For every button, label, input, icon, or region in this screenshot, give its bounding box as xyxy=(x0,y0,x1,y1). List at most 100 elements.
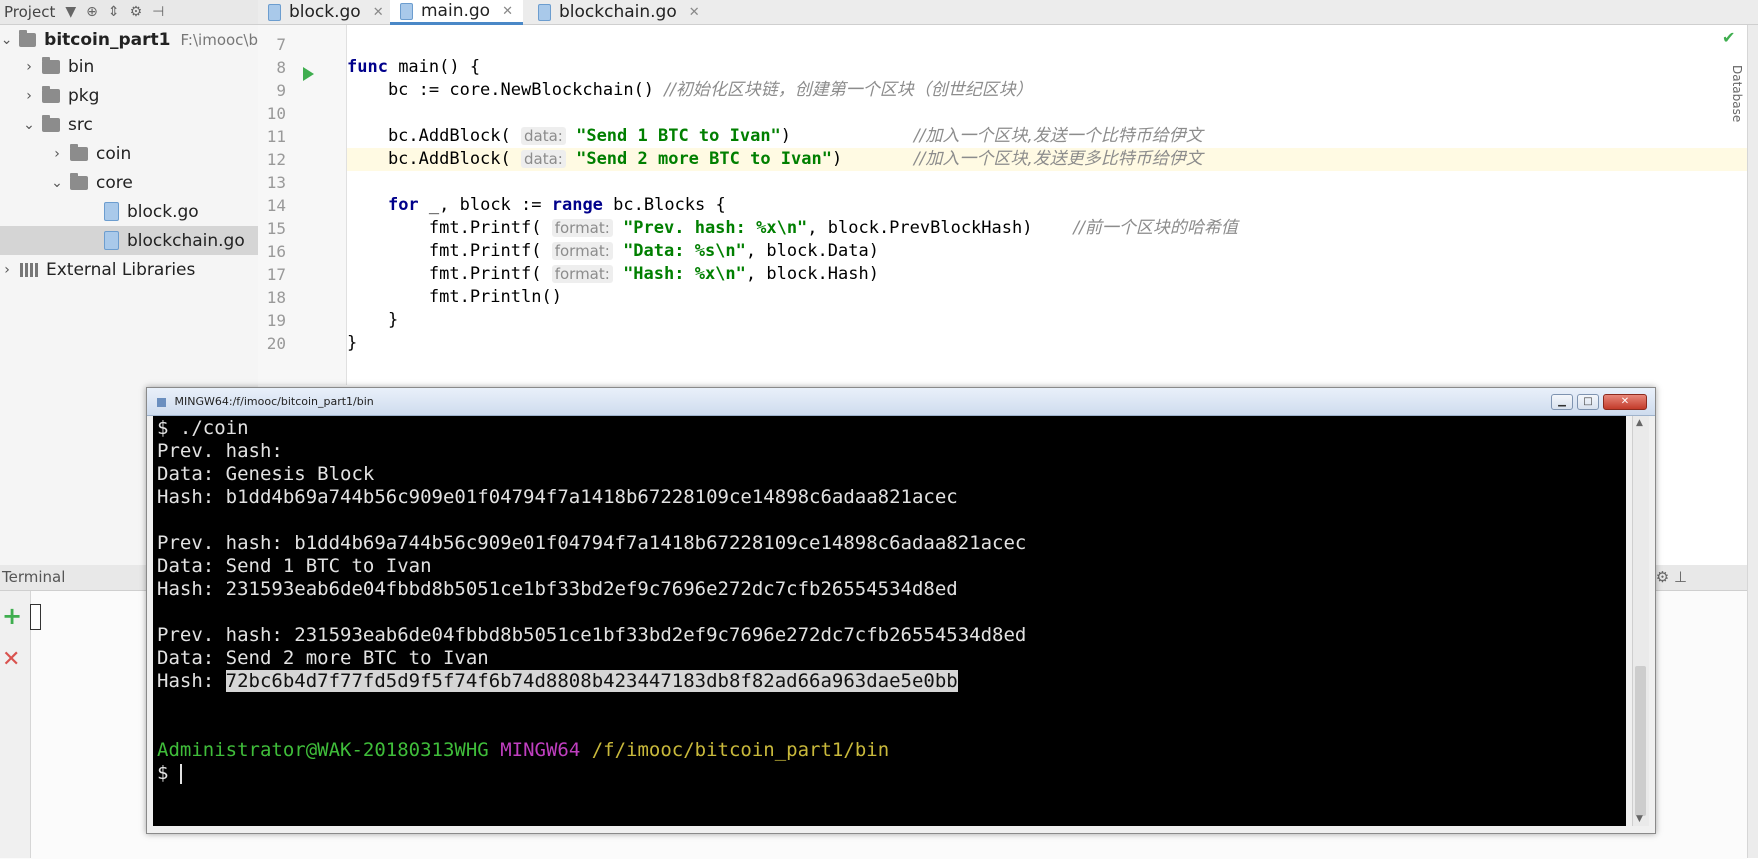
code-string: "Hash: %x\n" xyxy=(623,264,746,284)
scroll-down-icon[interactable]: ▼ xyxy=(1636,814,1643,824)
go-file-icon xyxy=(104,202,119,221)
library-icon xyxy=(20,262,38,277)
code-line[interactable] xyxy=(347,102,1747,125)
terminal-app-icon xyxy=(157,397,166,407)
chevron-down-icon[interactable]: ⌄ xyxy=(0,32,13,48)
code-text: } xyxy=(347,333,358,353)
terminal-line: Data: Send 1 BTC to Ivan xyxy=(157,555,432,577)
right-tool-strip: Database xyxy=(1730,25,1758,858)
tree-item-src[interactable]: ⌄ src xyxy=(0,110,280,139)
mingw-title-bar[interactable]: MINGW64:/f/imooc/bitcoin_part1/bin ▁ □ ✕ xyxy=(147,388,1655,416)
maximize-button[interactable]: □ xyxy=(1577,394,1599,410)
terminal-screen[interactable]: $ ./coin Prev. hash: Data: Genesis Block… xyxy=(153,416,1626,826)
gear-icon[interactable]: ⚙ xyxy=(130,4,143,20)
chevron-right-icon[interactable]: › xyxy=(0,262,14,278)
code-comment: //加入一个区块,发送更多比特币给伊文 xyxy=(913,149,1203,169)
code-line[interactable]: fmt.Printf( format: "Prev. hash: %x\n", … xyxy=(347,217,1747,240)
folder-icon xyxy=(42,56,60,74)
tree-item-bin[interactable]: › bin xyxy=(0,52,280,81)
code-line[interactable]: } xyxy=(347,332,1747,355)
chevron-right-icon[interactable]: › xyxy=(50,146,64,162)
line-number: 10 xyxy=(266,104,286,123)
parameter-hint: format: xyxy=(551,242,613,260)
terminal-line: $ ./coin xyxy=(157,417,249,439)
minimize-button[interactable]: ▁ xyxy=(1551,394,1573,410)
code-text: bc.AddBlock( xyxy=(347,126,521,146)
close-button[interactable]: ✕ xyxy=(1603,394,1647,410)
code-line[interactable]: fmt.Printf( format: "Hash: %x\n", block.… xyxy=(347,263,1747,286)
code-text: , block.PrevBlockHash) xyxy=(807,218,1074,238)
code-line[interactable] xyxy=(347,33,1747,56)
tab-main-go[interactable]: main.go ✕ xyxy=(390,0,523,25)
go-file-icon xyxy=(268,3,281,21)
code-line[interactable]: } xyxy=(347,309,1747,332)
code-line[interactable] xyxy=(347,171,1747,194)
tree-item-label: bin xyxy=(68,56,95,77)
prompt-user: Administrator@WAK-20180313WHG xyxy=(157,739,489,761)
code-text: fmt.Printf( xyxy=(347,241,552,261)
code-line[interactable]: fmt.Println() xyxy=(347,286,1747,309)
close-icon[interactable]: ✕ xyxy=(502,4,513,19)
hash-label: Hash: xyxy=(157,670,226,692)
database-tool-label[interactable]: Database xyxy=(1730,65,1744,122)
terminal-input-line[interactable]: $ xyxy=(157,761,182,786)
tree-item-label: core xyxy=(96,172,133,193)
code-editor[interactable]: func main() { bc := core.NewBlockchain()… xyxy=(347,25,1747,385)
code-string: "Prev. hash: %x\n" xyxy=(623,218,808,238)
code-line[interactable]: bc := core.NewBlockchain() //初始化区块链，创建第一… xyxy=(347,79,1747,102)
chevron-down-icon[interactable]: ⌄ xyxy=(50,175,64,191)
editor-tab-bar: block.go ✕ main.go ✕ blockchain.go ✕ xyxy=(258,0,1758,25)
project-view-title[interactable]: Project xyxy=(0,3,55,21)
terminal-input-caret[interactable] xyxy=(30,604,41,630)
code-string: "Send 2 more BTC to Ivan" xyxy=(576,149,832,169)
sync-icon[interactable]: ⊕ xyxy=(86,4,98,20)
parameter-hint: data: xyxy=(521,150,566,168)
code-line[interactable]: func main() { xyxy=(347,56,1747,79)
run-icon[interactable] xyxy=(303,67,314,81)
line-number: 17 xyxy=(266,265,286,284)
tree-root[interactable]: ⌄ bitcoin_part1 F:\imooc\b xyxy=(0,25,258,54)
tab-label: block.go xyxy=(289,2,361,22)
tree-item-pkg[interactable]: › pkg xyxy=(0,81,280,110)
code-line[interactable]: for _, block := range bc.Blocks { xyxy=(347,194,1747,217)
terminal-line: Prev. hash: xyxy=(157,440,283,462)
scroll-up-icon[interactable]: ▲ xyxy=(1636,418,1643,428)
folder-icon xyxy=(70,172,88,190)
collapse-icon[interactable]: ⇕ xyxy=(108,4,120,20)
code-line[interactable]: bc.AddBlock( data: "Send 1 BTC to Ivan")… xyxy=(347,125,1747,148)
tree-item-external-libraries[interactable]: › External Libraries xyxy=(0,255,258,284)
selected-hash[interactable]: 72bc6b4d7f77fd5d9f5f74f6b74d8808b4234471… xyxy=(225,670,958,692)
terminal-settings-icon[interactable]: ⚙ ⊥ xyxy=(1656,565,1687,590)
tab-blockchain-go[interactable]: blockchain.go ✕ xyxy=(528,0,710,24)
code-line[interactable]: bc.AddBlock( data: "Send 2 more BTC to I… xyxy=(347,148,1747,171)
terminal-line: Hash: 231593eab6de04fbbd8b5051ce1bf33bd2… xyxy=(157,578,958,600)
parameter-hint: format: xyxy=(551,265,613,283)
tree-item-label: pkg xyxy=(68,85,100,106)
code-text: bc.Blocks { xyxy=(602,195,726,215)
chevron-down-icon[interactable]: ⌄ xyxy=(22,117,36,133)
code-text: ) xyxy=(831,149,914,169)
tab-block-go[interactable]: block.go ✕ xyxy=(258,0,394,24)
chevron-right-icon[interactable]: › xyxy=(22,88,36,104)
chevron-right-icon[interactable]: › xyxy=(22,59,36,75)
hide-icon[interactable]: ⊣ xyxy=(152,4,164,20)
go-file-icon xyxy=(400,2,413,20)
plus-icon[interactable]: + xyxy=(2,604,22,628)
terminal-title[interactable]: Terminal xyxy=(0,568,65,586)
line-number: 14 xyxy=(266,196,286,215)
terminal-scrollbar[interactable]: ▲ ▼ xyxy=(1632,416,1649,826)
close-icon[interactable]: ✕ xyxy=(2,648,20,672)
terminal-line: Data: Genesis Block xyxy=(157,463,375,485)
code-line[interactable]: fmt.Printf( format: "Data: %s\n", block.… xyxy=(347,240,1747,263)
check-icon: ✔ xyxy=(1722,28,1736,47)
close-icon[interactable]: ✕ xyxy=(373,5,384,20)
tab-label: blockchain.go xyxy=(559,2,677,22)
terminal-line: Prev. hash: 231593eab6de04fbbd8b5051ce1b… xyxy=(157,624,1027,646)
dropdown-icon[interactable]: ▼ xyxy=(65,4,76,20)
tab-label: main.go xyxy=(421,1,491,21)
close-icon[interactable]: ✕ xyxy=(689,5,700,20)
scrollbar-thumb[interactable] xyxy=(1635,666,1646,816)
parameter-hint: format: xyxy=(551,219,613,237)
